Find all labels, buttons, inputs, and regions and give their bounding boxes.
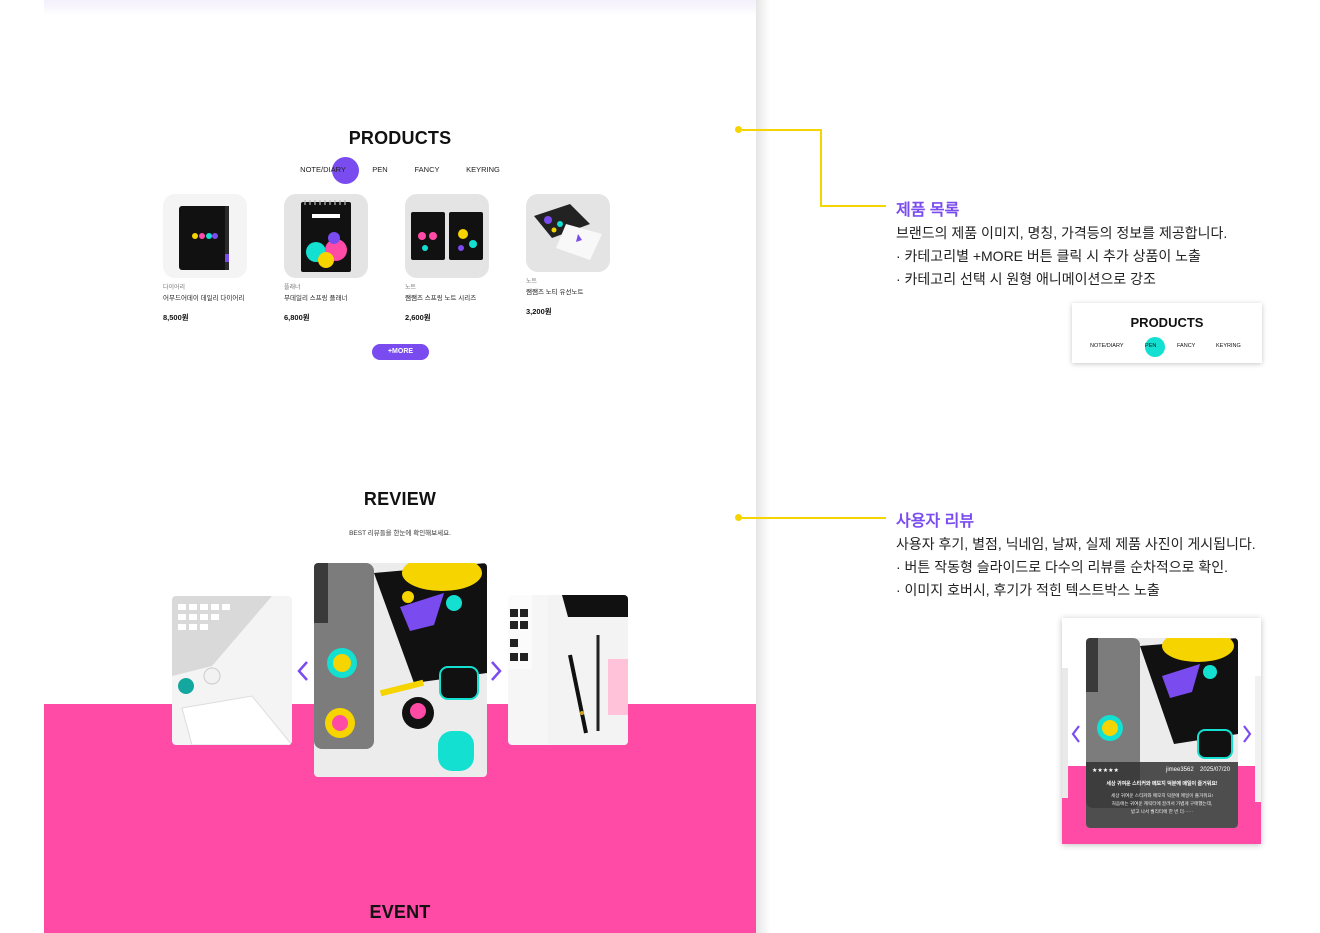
review-body: 처음에는 귀여운 캐릭터에 끌려서 가볍게 구매했는데, [1111,801,1213,806]
annotation-line-text: · 카테고리별 +MORE 버튼 클릭 시 추가 상품이 노출 [896,248,1201,264]
product-image[interactable] [526,194,610,272]
product-image[interactable] [284,194,368,278]
product-price: 6,800원 [284,313,310,322]
product-name[interactable]: 어무드어데이 데일리 다이어리 [163,292,249,302]
product-name[interactable]: 쨈쨈즈 스프링 노트 시리즈 [405,292,491,302]
chevron-right-icon[interactable] [489,659,503,683]
annotation-review-text: 사용자 후기, 별점, 닉네임, 날짜, 실제 제품 사진이 게시됩니다. · … [896,533,1256,602]
review-preview: ★★★★★ jimee3562 2025/07/20 세상 귀여운 스티커와 메… [1062,618,1261,844]
review-body: 받고 나서 퀄리티에 한 번 더······ [1130,809,1194,814]
chevron-left-icon[interactable] [1070,724,1082,749]
tab-note-diary[interactable]: NOTE/DIARY [300,157,346,183]
top-fade [44,0,756,16]
annotation-line [742,517,886,519]
product-card[interactable]: 플래너 무데일리 스프링 플래너 6,800원 [284,194,370,323]
preview-review-card[interactable]: ★★★★★ jimee3562 2025/07/20 세상 귀여운 스티커와 메… [1086,638,1238,828]
review-date: 2025/07/20 [1200,767,1231,773]
preview-side-image [1255,676,1261,802]
product-category: 노트 [405,285,417,291]
review-image-prev[interactable] [172,596,292,745]
product-price: 8,500원 [163,313,189,322]
annotation-marker [735,514,742,521]
category-tabs: NOTE/DIARY PEN FANCY KEYRING [44,157,756,183]
tab-keyring[interactable]: KEYRING [466,157,500,183]
product-category: 다이어리 [163,285,186,291]
page-shadow [756,0,770,933]
review-body: 세상 귀여운 스티커와 메모지 덕분에 매일이 즐거워요! [1111,793,1213,798]
product-image[interactable] [405,194,489,278]
annotation-line [820,205,886,207]
product-card[interactable]: 노트 쨈쨈즈 스프링 노트 시리즈 2,600원 [405,194,491,323]
product-card[interactable]: 노트 쨈쨈즈 노티 유선노트 3,200원 [526,194,612,317]
preview-tab: KEYRING [1216,343,1241,349]
preview-side-image [1062,668,1068,798]
product-category: 노트 [526,279,538,285]
event-title: EVENT [369,902,431,922]
annotation-line-text: 브랜드의 제품 이미지, 명칭, 가격등의 정보를 제공합니다. [896,225,1228,241]
review-headline: 세상 귀여운 스티커와 메모지 덕분에 매일이 즐거워요! [1106,781,1218,787]
review-textbox: ★★★★★ jimee3562 2025/07/20 세상 귀여운 스티커와 메… [1086,762,1238,828]
annotation-line [820,129,822,206]
rating-stars: ★★★★★ [1092,768,1119,774]
tab-fancy[interactable]: FANCY [414,157,439,183]
preview-title: PRODUCTS [1130,315,1204,330]
annotation-line-text: · 버튼 작동형 슬라이드로 다수의 리뷰를 순차적으로 확인. [896,559,1229,575]
annotation-line-text: 사용자 후기, 별점, 닉네임, 날짜, 실제 제품 사진이 게시됩니다. [896,536,1256,552]
product-card[interactable]: 다이어리 어무드어데이 데일리 다이어리 8,500원 [163,194,249,323]
product-category: 플래너 [284,285,301,291]
review-image-active[interactable] [314,563,487,777]
review-subtitle: BEST 리뷰들을 한눈에 확인해보세요. [349,530,451,537]
product-price: 2,600원 [405,313,431,322]
review-image-next[interactable] [508,595,628,745]
product-name[interactable]: 무데일리 스프링 플래너 [284,292,370,302]
annotation-review-title: 사용자 리뷰 [896,513,975,530]
products-title: PRODUCTS [348,128,452,148]
annotation-line-text: · 카테고리 선택 시 원형 애니메이션으로 강조 [896,271,1156,287]
preview-tab: PEN [1145,343,1157,349]
page-canvas: PRODUCTS NOTE/DIARY PEN FANCY KEYRING 다이… [44,0,756,933]
product-price: 3,200원 [526,307,552,316]
annotation-marker [735,126,742,133]
annotation-products-text: 브랜드의 제품 이미지, 명칭, 가격등의 정보를 제공합니다. · 카테고리별… [896,222,1227,291]
tab-pen[interactable]: PEN [372,157,387,183]
more-button[interactable]: +MORE [372,344,429,360]
product-name[interactable]: 쨈쨈즈 노티 유선노트 [526,286,612,296]
product-image[interactable] [163,194,247,278]
annotation-line-text: · 이미지 호버시, 후기가 적힌 텍스트박스 노출 [896,582,1160,598]
preview-tab: FANCY [1177,343,1196,349]
products-preview: PRODUCTS NOTE/DIARY PEN FANCY KEYRING [1072,303,1262,363]
preview-tab: NOTE/DIARY [1090,343,1124,349]
review-title: REVIEW [363,489,437,509]
annotation-products-title: 제품 목록 [896,202,960,219]
annotation-line [742,129,821,131]
chevron-left-icon[interactable] [296,659,310,683]
review-nickname: jimee3562 [1166,767,1194,773]
chevron-right-icon[interactable] [1241,724,1253,749]
